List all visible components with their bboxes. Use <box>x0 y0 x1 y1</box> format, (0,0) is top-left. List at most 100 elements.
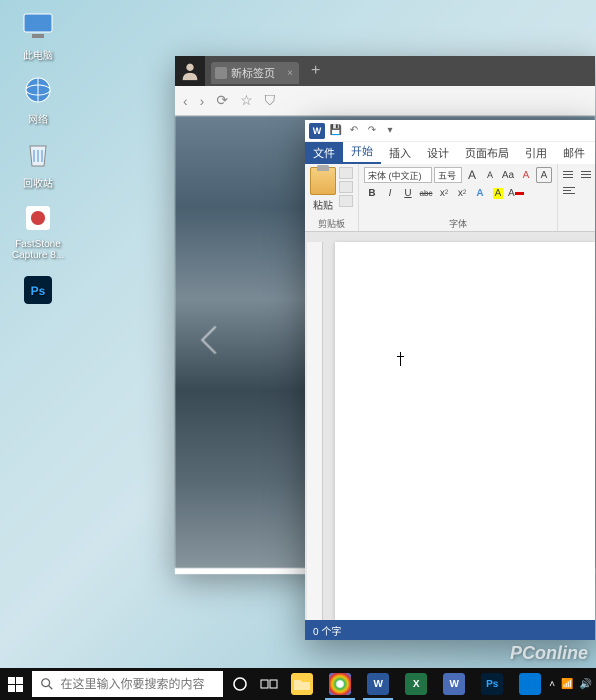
bold-button[interactable]: B <box>364 185 380 201</box>
desktop-icon-label: 网络 <box>28 115 48 126</box>
desktop-icon-label: 回收站 <box>23 179 53 190</box>
qat-redo-icon[interactable]: ↷ <box>365 124 379 138</box>
taskbar-app-word[interactable]: W <box>359 668 397 700</box>
paste-label: 粘贴 <box>313 197 333 212</box>
cut-button[interactable] <box>339 167 353 179</box>
font-color-button[interactable]: A <box>508 185 524 201</box>
tab-title: 新标签页 <box>231 65 275 81</box>
taskbar-search[interactable] <box>32 671 223 697</box>
taskbar: W X W Ps ˄ 📶 🔊 <box>0 668 596 700</box>
ribbon-group-clipboard: 粘贴 剪贴板 <box>305 164 359 231</box>
taskbar-apps: W X W Ps <box>283 668 549 700</box>
document-page[interactable] <box>335 242 595 620</box>
taskbar-app-excel[interactable]: X <box>397 668 435 700</box>
browser-tab[interactable]: 新标签页 × <box>211 62 299 84</box>
ps-icon: Ps <box>481 673 503 695</box>
subscript-button[interactable]: x2 <box>436 185 452 201</box>
browser-icon <box>329 673 351 695</box>
strike-button[interactable]: abc <box>418 185 434 201</box>
desktop-icon-network[interactable]: 网络 <box>8 72 68 126</box>
tray-volume-icon[interactable]: 🔊 <box>580 679 592 690</box>
tray-network-icon[interactable]: 📶 <box>561 679 573 690</box>
nav-reload-icon[interactable]: ⟳ <box>216 92 228 109</box>
nav-back-icon[interactable]: ‹ <box>183 93 188 109</box>
taskbar-app-wps[interactable]: W <box>435 668 473 700</box>
grow-font-button[interactable]: A <box>464 167 480 183</box>
carousel-prev-icon[interactable] <box>205 330 235 360</box>
tab-mailings[interactable]: 邮件 <box>555 142 593 164</box>
tab-layout[interactable]: 页面布局 <box>457 142 517 164</box>
ribbon-group-font: 宋体 (中文正) 五号 A A Aa A A B I U abc x2 x2 A… <box>359 164 558 231</box>
superscript-button[interactable]: x2 <box>454 185 470 201</box>
desktop-icon-label: 此电脑 <box>23 51 53 62</box>
nav-forward-icon[interactable]: › <box>200 93 205 109</box>
taskbar-app-browser[interactable] <box>321 668 359 700</box>
photoshop-icon: Ps <box>20 272 56 308</box>
shrink-font-button[interactable]: A <box>482 167 498 183</box>
windows-logo-icon <box>8 677 23 692</box>
text-cursor-icon <box>400 352 401 366</box>
browser-tabbar: 新标签页 × + <box>175 56 595 86</box>
nav-star-icon[interactable]: ☆ <box>240 92 253 109</box>
tab-favicon-icon <box>215 67 227 79</box>
watermark: PConline <box>510 643 588 664</box>
search-icon <box>40 677 54 691</box>
align-left-button[interactable] <box>563 183 579 197</box>
copy-button[interactable] <box>339 181 353 193</box>
format-painter-button[interactable] <box>339 195 353 207</box>
qat-save-icon[interactable]: 💾 <box>329 124 343 138</box>
app-icon <box>519 673 541 695</box>
ribbon-group-paragraph <box>558 164 596 231</box>
highlight-button[interactable]: A <box>490 185 506 201</box>
word-logo-icon: W <box>309 123 325 139</box>
nav-shield-icon[interactable]: ⛉ <box>265 92 276 109</box>
ribbon-tabs: 文件 开始 插入 设计 页面布局 引用 邮件 审阅 <box>305 142 595 164</box>
underline-button[interactable]: U <box>400 185 416 201</box>
tab-file[interactable]: 文件 <box>305 142 343 164</box>
desktop-icon-label: FastStone Capture 8... <box>12 239 64 261</box>
taskbar-app-generic[interactable] <box>511 668 549 700</box>
qat-customize-icon[interactable]: ▾ <box>383 124 397 138</box>
ribbon: 粘贴 剪贴板 宋体 (中文正) 五号 A A Aa A A B <box>305 164 595 232</box>
tab-design[interactable]: 设计 <box>419 142 457 164</box>
change-case-button[interactable]: Aa <box>500 167 516 183</box>
network-icon <box>20 72 56 108</box>
word-icon: W <box>367 673 389 695</box>
tray-chevron-icon[interactable]: ˄ <box>549 679 555 690</box>
paste-button[interactable]: 粘贴 <box>310 167 336 212</box>
taskbar-app-photoshop[interactable]: Ps <box>473 668 511 700</box>
word-count[interactable]: 0 个字 <box>313 623 341 638</box>
desktop-icon-ps[interactable]: Ps <box>8 272 68 311</box>
vertical-ruler[interactable] <box>307 242 323 620</box>
search-input[interactable] <box>60 677 215 691</box>
profile-avatar[interactable] <box>175 56 205 86</box>
desktop-icon-thispc[interactable]: 此电脑 <box>8 8 68 62</box>
group-label-font: 字体 <box>364 215 552 230</box>
document-area <box>305 232 595 620</box>
tab-home[interactable]: 开始 <box>343 140 381 164</box>
desktop-icon-recyclebin[interactable]: 回收站 <box>8 136 68 190</box>
tab-insert[interactable]: 插入 <box>381 142 419 164</box>
desktop-icon-faststone[interactable]: FastStone Capture 8... <box>8 200 68 261</box>
styles-button[interactable]: A <box>536 167 552 183</box>
clear-format-button[interactable]: A <box>518 167 534 183</box>
start-button[interactable] <box>0 668 30 700</box>
word-titlebar: W 💾 ↶ ↷ ▾ <box>305 120 595 142</box>
browser-toolbar: ‹ › ⟳ ☆ ⛉ <box>175 86 595 116</box>
qat-undo-icon[interactable]: ↶ <box>347 124 361 138</box>
text-effects-button[interactable]: A <box>472 185 488 201</box>
cortana-button[interactable] <box>225 668 254 700</box>
system-tray[interactable]: ˄ 📶 🔊 <box>549 668 596 700</box>
font-name-select[interactable]: 宋体 (中文正) <box>364 167 432 183</box>
new-tab-button[interactable]: + <box>311 62 320 80</box>
italic-button[interactable]: I <box>382 185 398 201</box>
font-size-select[interactable]: 五号 <box>434 167 462 183</box>
bullets-button[interactable] <box>563 167 579 181</box>
numbering-button[interactable] <box>581 167 596 181</box>
taskbar-app-explorer[interactable] <box>283 668 321 700</box>
taskview-button[interactable] <box>254 668 283 700</box>
tab-references[interactable]: 引用 <box>517 142 555 164</box>
folder-icon <box>291 673 313 695</box>
tab-close-icon[interactable]: × <box>287 68 293 79</box>
svg-text:Ps: Ps <box>31 284 46 298</box>
